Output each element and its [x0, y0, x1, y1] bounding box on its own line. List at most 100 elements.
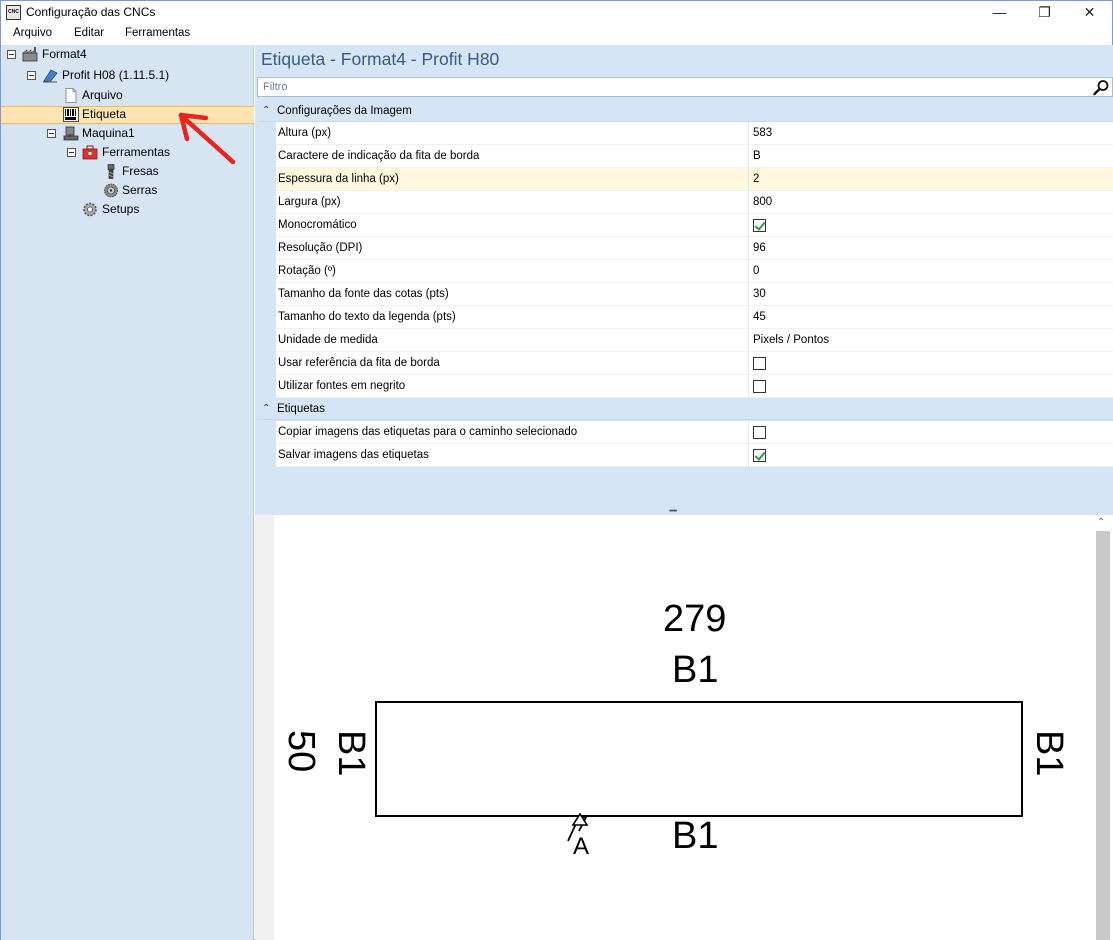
property-row-salvar-imagens[interactable]: Salvar imagens das etiquetas — [257, 444, 1113, 467]
property-row-altura[interactable]: Altura (px) 583 — [257, 122, 1113, 145]
edge-label-left: B1 — [330, 730, 372, 777]
column-divider — [748, 237, 749, 260]
column-divider — [748, 329, 749, 352]
property-row-caractere[interactable]: Caractere de indicação da fita de borda … — [257, 145, 1113, 168]
row-gutter — [257, 444, 276, 467]
tree-label-maquina: Maquina1 — [82, 126, 135, 140]
collapse-icon[interactable] — [27, 71, 36, 80]
property-value[interactable]: B — [753, 150, 761, 162]
property-row-texto-legenda[interactable]: Tamanho do texto da legenda (pts) 45 — [257, 306, 1113, 329]
property-value[interactable]: 800 — [753, 196, 772, 208]
properties-panel: Etiqueta - Format4 - Profit H80 Filtro ⌃… — [255, 45, 1113, 940]
tree-node-setups[interactable]: Setups — [1, 200, 251, 219]
property-row-copiar-imagens[interactable]: Copiar imagens das etiquetas para o cami… — [257, 421, 1113, 444]
annotation-arrow-icon — [178, 112, 236, 165]
menu-arquivo[interactable]: Arquivo — [13, 27, 52, 39]
row-gutter — [257, 306, 276, 329]
property-row-espessura[interactable]: Espessura da linha (px) 2 — [257, 168, 1113, 191]
tree-label-setups: Setups — [102, 202, 140, 216]
column-divider — [748, 214, 749, 237]
property-name: Tamanho do texto da legenda (pts) — [278, 311, 456, 323]
row-gutter — [257, 168, 276, 191]
column-divider — [748, 421, 749, 444]
config-tree: Format4 Profit H08 (1.11.5.1) Arquivo Et… — [1, 45, 254, 940]
property-row-largura[interactable]: Largura (px) 800 — [257, 191, 1113, 214]
fontes-negrito-checkbox[interactable] — [753, 380, 766, 393]
usar-referencia-checkbox[interactable] — [753, 357, 766, 370]
property-name: Salvar imagens das etiquetas — [278, 449, 429, 461]
property-value[interactable]: Pixels / Pontos — [753, 334, 829, 346]
row-gutter — [257, 260, 276, 283]
row-gutter — [257, 145, 276, 168]
splitter-grip-icon[interactable]: ••••• — [669, 508, 689, 515]
label-preview: 279 B1 50 B1 B1 B1 A ⌃ — [255, 515, 1113, 940]
property-row-fontes-negrito[interactable]: Utilizar fontes em negrito — [257, 375, 1113, 398]
property-name: Espessura da linha (px) — [278, 173, 399, 185]
monocromatico-checkbox[interactable] — [753, 219, 766, 232]
tree-node-arquivo[interactable]: Arquivo — [1, 86, 251, 105]
column-divider — [748, 352, 749, 375]
grain-letter: A — [573, 833, 590, 860]
scroll-up-icon[interactable]: ⌃ — [1097, 517, 1105, 528]
property-row-unidade[interactable]: Unidade de medida Pixels / Pontos — [257, 329, 1113, 352]
scrollbar-thumb[interactable] — [1096, 531, 1110, 940]
property-name: Tamanho da fonte das cotas (pts) — [278, 288, 449, 300]
property-value[interactable]: 96 — [753, 242, 766, 254]
row-gutter — [257, 283, 276, 306]
gear-icon — [83, 202, 97, 217]
property-value[interactable]: 45 — [753, 311, 766, 323]
filter-input[interactable]: Filtro — [257, 77, 1113, 97]
search-icon[interactable] — [1092, 79, 1110, 96]
row-gutter — [257, 122, 276, 145]
filter-placeholder: Filtro — [263, 81, 288, 93]
tree-label-fresas: Fresas — [122, 164, 159, 178]
property-value[interactable]: 583 — [753, 127, 772, 139]
row-gutter — [257, 214, 276, 237]
minimize-button[interactable]: — — [977, 1, 1022, 24]
property-row-rotacao[interactable]: Rotação (º) 0 — [257, 260, 1113, 283]
preview-scrollbar[interactable]: ⌃ — [1071, 515, 1113, 940]
tree-node-serras[interactable]: Serras — [1, 181, 251, 200]
property-row-fonte-cotas[interactable]: Tamanho da fonte das cotas (pts) 30 — [257, 283, 1113, 306]
property-name: Usar referência da fita de borda — [278, 357, 440, 369]
panel-title: Etiqueta - Format4 - Profit H80 — [261, 49, 500, 69]
piece-rectangle — [375, 701, 1023, 817]
column-divider — [748, 260, 749, 283]
property-row-monocromatico[interactable]: Monocromático — [257, 214, 1113, 237]
collapse-icon[interactable] — [67, 148, 76, 157]
chevron-up-icon[interactable]: ⌃ — [262, 403, 270, 414]
machine-profile-icon — [43, 69, 58, 83]
title-bar: CNC Configuração das CNCs — ❐ ✕ — [1, 1, 1112, 24]
tree-label-arquivo: Arquivo — [82, 88, 123, 102]
category-etiquetas[interactable]: ⌃ Etiquetas — [257, 398, 1113, 420]
factory-icon — [22, 47, 38, 62]
property-value[interactable]: 30 — [753, 288, 766, 300]
restore-button[interactable]: ❐ — [1022, 1, 1067, 24]
tree-node-format4[interactable]: Format4 — [1, 45, 251, 64]
salvar-imagens-checkbox[interactable] — [753, 449, 766, 462]
tree-node-profit[interactable]: Profit H08 (1.11.5.1) — [1, 66, 251, 85]
menu-ferramentas[interactable]: Ferramentas — [125, 27, 190, 39]
chevron-up-icon[interactable]: ⌃ — [262, 105, 270, 116]
category-configuracoes-imagem[interactable]: ⌃ Configurações da Imagem — [257, 100, 1113, 122]
copiar-imagens-checkbox[interactable] — [753, 426, 766, 439]
category-label: Configurações da Imagem — [277, 105, 412, 117]
width-dimension: 279 — [663, 598, 727, 640]
column-divider — [748, 145, 749, 168]
preview-gutter — [255, 515, 274, 940]
close-button[interactable]: ✕ — [1067, 1, 1112, 24]
property-row-resolucao[interactable]: Resolução (DPI) 96 — [257, 237, 1113, 260]
property-row-usar-referencia[interactable]: Usar referência da fita de borda — [257, 352, 1113, 375]
column-divider — [748, 306, 749, 329]
tree-label-serras: Serras — [122, 183, 158, 197]
height-dimension: 50 — [280, 730, 322, 773]
tree-label-format4: Format4 — [42, 47, 87, 61]
property-value[interactable]: 2 — [753, 173, 759, 185]
row-gutter — [257, 237, 276, 260]
column-divider — [748, 375, 749, 398]
menu-editar[interactable]: Editar — [74, 27, 104, 39]
collapse-icon[interactable] — [7, 50, 16, 59]
collapse-icon[interactable] — [47, 129, 56, 138]
row-gutter — [257, 352, 276, 375]
property-value[interactable]: 0 — [753, 265, 759, 277]
